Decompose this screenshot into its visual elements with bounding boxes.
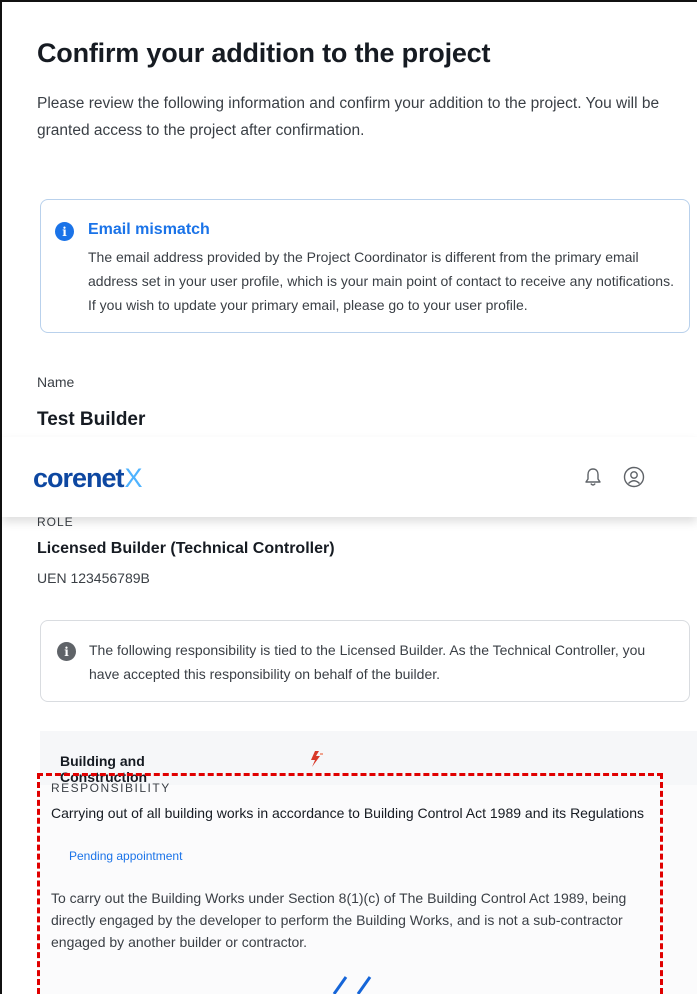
role-label: ROLE: [37, 515, 74, 529]
role-value: Licensed Builder (Technical Controller): [37, 540, 335, 557]
alert-body: The email address provided by the Projec…: [88, 249, 674, 313]
pending-status: Pending appointment: [69, 849, 183, 863]
notice-text: The following responsibility is tied to …: [89, 642, 646, 682]
name-label: Name: [37, 374, 75, 390]
top-nav-bar: corenetX: [2, 437, 697, 517]
pen-marker-icon: [332, 976, 372, 994]
responsibility-title: Carrying out of all building works in ac…: [51, 805, 645, 821]
user-icon[interactable]: [623, 466, 645, 488]
responsibility-description: To carry out the Building Works under Se…: [51, 890, 627, 950]
alert-title: Email mismatch: [88, 221, 210, 238]
page-title: Confirm your addition to the project: [37, 38, 491, 68]
uen-value: UEN 123456789B: [37, 570, 150, 586]
logo-mark: X: [124, 463, 143, 493]
corenet-logo[interactable]: corenetX: [33, 463, 143, 494]
responsibility-label: RESPONSIBILITY: [51, 781, 171, 795]
logo-text: corenet: [33, 463, 125, 493]
responsibility-notice: i The following responsibility is tied t…: [40, 620, 690, 702]
bell-icon[interactable]: [584, 467, 602, 487]
intro-text: Please review the following information …: [37, 95, 660, 139]
info-icon: i: [55, 222, 74, 241]
bca-logo-icon: [311, 751, 323, 767]
name-value: Test Builder: [37, 409, 146, 430]
info-icon: i: [57, 642, 76, 661]
agency-header: Building and Construction Authority (BCA…: [40, 731, 697, 817]
email-mismatch-alert: i Email mismatch The email address provi…: [40, 199, 690, 333]
